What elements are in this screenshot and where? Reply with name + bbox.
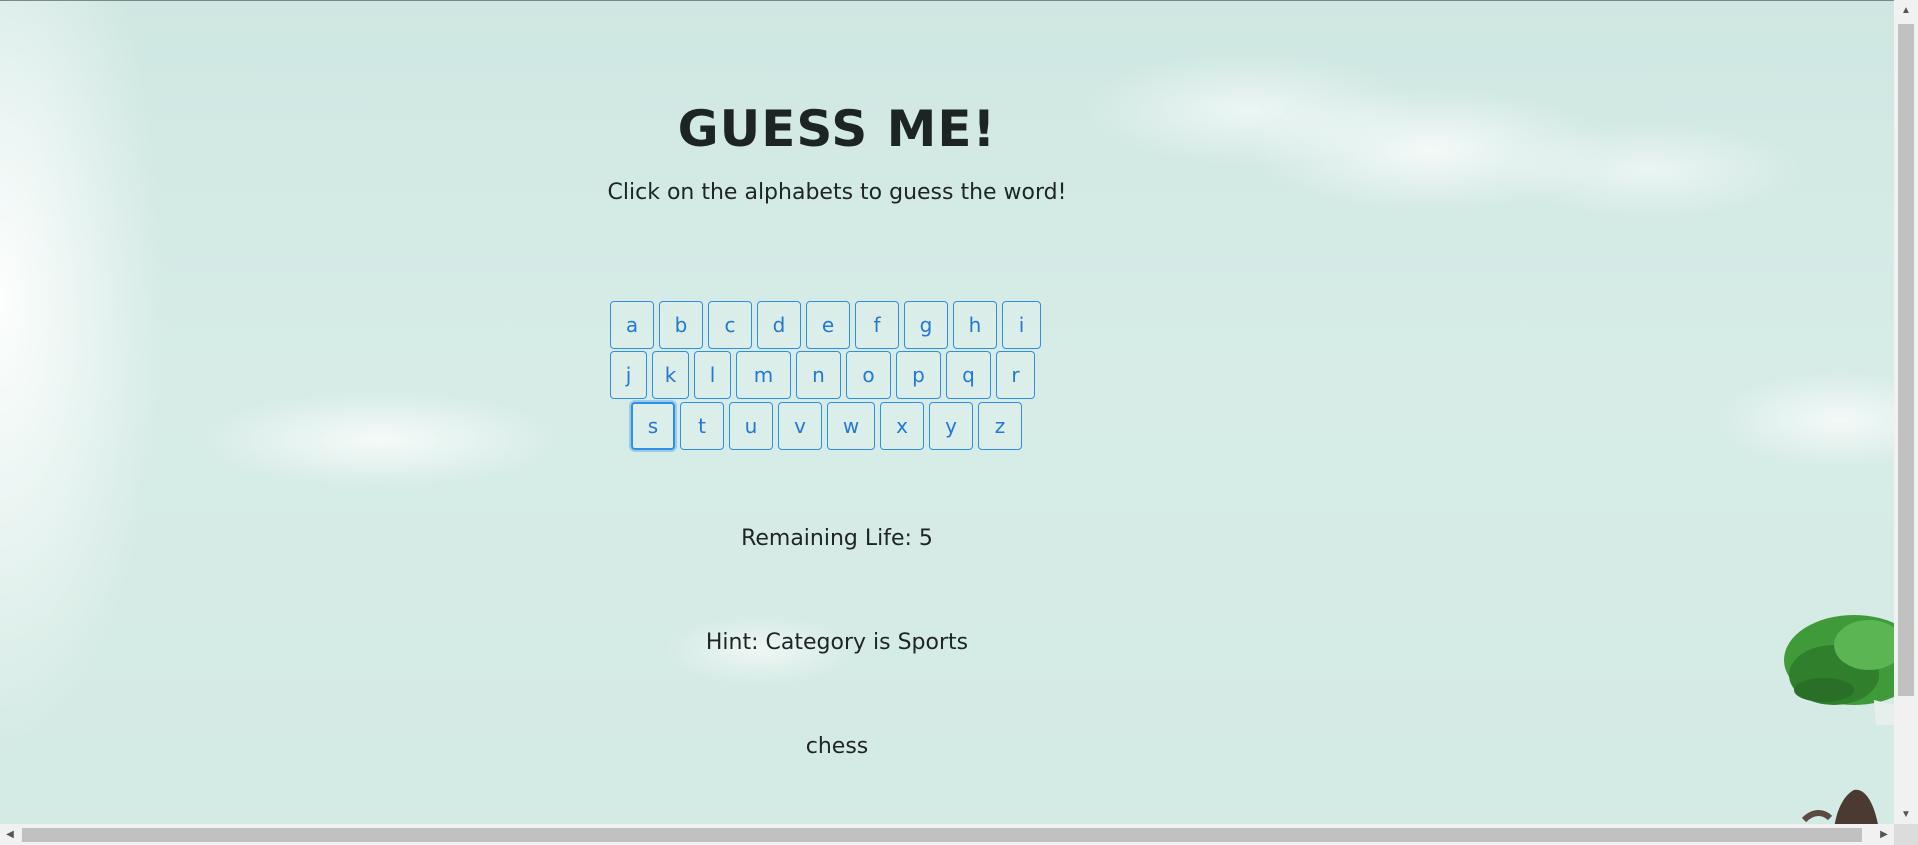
game-title: GUESS ME!: [677, 100, 997, 158]
horizontal-scroll-thumb[interactable]: [22, 828, 1862, 842]
tree-trunk-decoration: [1801, 789, 1878, 824]
keyboard-row-2: jklmnopqr: [610, 351, 1035, 399]
letter-key-n[interactable]: n: [796, 351, 841, 399]
triangle-down-icon[interactable]: ▼: [1894, 804, 1918, 824]
letter-key-x[interactable]: x: [880, 402, 924, 450]
instructions-text: Click on the alphabets to guess the word…: [607, 180, 1067, 205]
letter-key-r[interactable]: r: [996, 351, 1035, 399]
letter-key-z[interactable]: z: [978, 402, 1022, 450]
keyboard-row-1: abcdefghi: [610, 301, 1041, 349]
letter-key-o[interactable]: o: [846, 351, 891, 399]
letter-key-p[interactable]: p: [896, 351, 941, 399]
letter-key-u[interactable]: u: [729, 402, 773, 450]
letter-key-d[interactable]: d: [757, 301, 801, 349]
letter-key-v[interactable]: v: [778, 402, 822, 450]
letter-key-h[interactable]: h: [953, 301, 997, 349]
letter-key-q[interactable]: q: [946, 351, 991, 399]
horizontal-scrollbar[interactable]: ◀ ▶: [0, 824, 1894, 845]
scrollbar-corner: [1894, 824, 1918, 845]
remaining-life-text: Remaining Life: 5: [741, 526, 933, 551]
letter-key-j[interactable]: j: [610, 351, 647, 399]
letter-key-m[interactable]: m: [736, 351, 791, 399]
letter-key-e[interactable]: e: [806, 301, 850, 349]
letter-key-w[interactable]: w: [827, 402, 875, 450]
vertical-scroll-thumb[interactable]: [1898, 24, 1914, 696]
letter-key-i[interactable]: i: [1002, 301, 1041, 349]
letter-key-c[interactable]: c: [708, 301, 752, 349]
vertical-scrollbar[interactable]: ▲ ▼: [1894, 0, 1918, 824]
letter-key-f[interactable]: f: [855, 301, 899, 349]
letter-key-k[interactable]: k: [652, 351, 689, 399]
tree-foliage-decoration: [1784, 615, 1894, 725]
letter-key-b[interactable]: b: [659, 301, 703, 349]
window-top-border: [0, 0, 1894, 1]
letter-key-t[interactable]: t: [680, 402, 724, 450]
hint-text: Hint: Category is Sports: [705, 630, 969, 655]
letter-key-g[interactable]: g: [904, 301, 948, 349]
letter-key-s[interactable]: s: [631, 402, 675, 450]
triangle-up-icon[interactable]: ▲: [1894, 0, 1918, 20]
triangle-right-icon[interactable]: ▶: [1874, 824, 1894, 845]
keyboard-row-3: stuvwxyz: [631, 402, 1022, 450]
letter-key-l[interactable]: l: [694, 351, 731, 399]
triangle-left-icon[interactable]: ◀: [0, 824, 20, 845]
letter-key-y[interactable]: y: [929, 402, 973, 450]
letter-key-a[interactable]: a: [610, 301, 654, 349]
game-viewport: GUESS ME! Click on the alphabets to gues…: [0, 0, 1894, 824]
word-display: chess: [805, 734, 869, 759]
